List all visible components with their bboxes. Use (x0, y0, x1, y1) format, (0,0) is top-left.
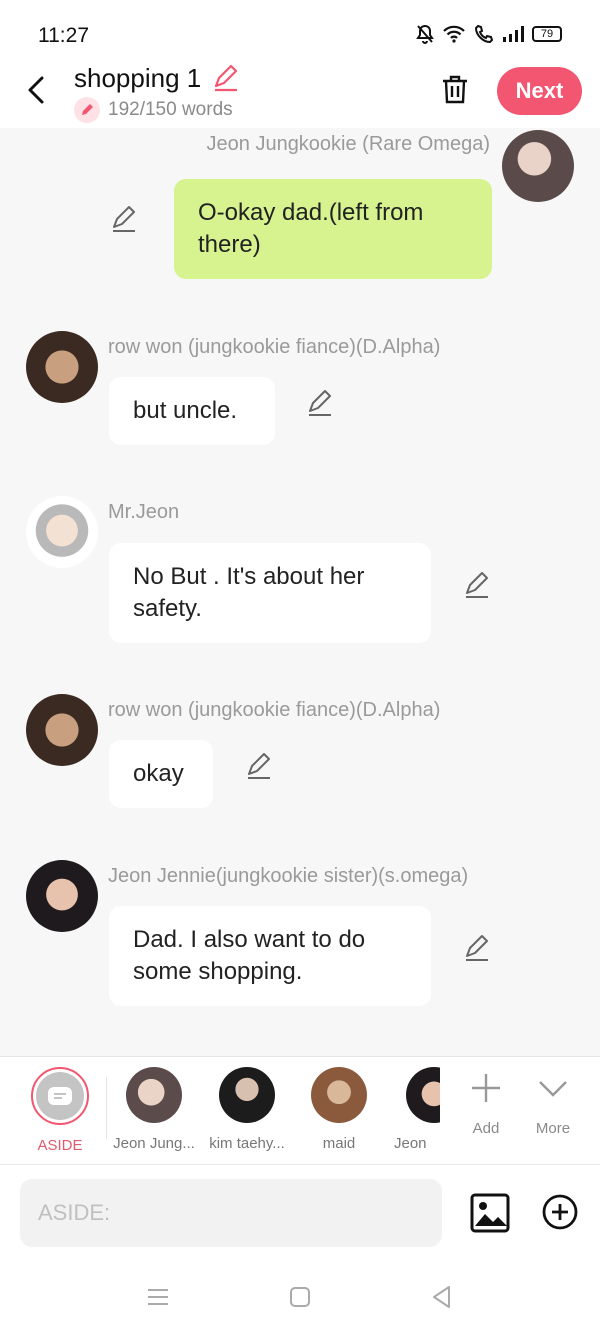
avatar (126, 1067, 182, 1123)
home-icon[interactable] (287, 1284, 313, 1310)
avatar[interactable] (26, 694, 98, 766)
message-bubble[interactable]: O-okay dad.(left from there) (174, 179, 492, 279)
aside-icon (48, 1087, 72, 1105)
cast-member[interactable]: maid (294, 1067, 384, 1152)
avatar[interactable] (26, 860, 98, 932)
more-label: More (535, 1120, 571, 1137)
message-bubble[interactable]: No But . It's about her safety. (109, 543, 431, 643)
cast-aside[interactable]: ASIDE (15, 1067, 105, 1154)
message-input[interactable] (20, 1179, 442, 1247)
avatar (406, 1067, 440, 1123)
edit-title-icon[interactable] (212, 64, 240, 92)
header: shopping 1 192/150 words Next (0, 60, 600, 128)
plus-icon (472, 1074, 500, 1102)
call-icon (474, 24, 494, 44)
cast-member[interactable]: kim taehy... (202, 1067, 292, 1152)
edit-message-icon[interactable] (245, 752, 273, 780)
wifi-icon (443, 25, 465, 43)
image-icon[interactable] (470, 1193, 510, 1233)
word-count: 192/150 words (74, 97, 233, 123)
add-circle-icon[interactable] (541, 1193, 579, 1231)
cast-label: Jeon (394, 1135, 427, 1152)
avatar (219, 1067, 275, 1123)
bell-muted-icon (416, 24, 434, 44)
speaker-name: Jeon Jungkookie (Rare Omega) (206, 133, 490, 155)
aside-avatar (31, 1067, 89, 1125)
avatar (311, 1067, 367, 1123)
divider (106, 1077, 107, 1139)
add-character-button[interactable]: Add (456, 1071, 516, 1137)
trash-icon[interactable] (438, 72, 472, 106)
avatar[interactable] (502, 130, 574, 202)
cast-label: kim taehy... (209, 1135, 285, 1152)
input-bar (0, 1164, 600, 1260)
cast-label: Jeon Jung... (113, 1135, 195, 1152)
pencil-badge-icon (74, 97, 100, 123)
story-title: shopping 1 (74, 63, 202, 93)
back-icon[interactable] (429, 1284, 455, 1310)
next-button[interactable]: Next (497, 67, 582, 115)
message-bubble[interactable]: okay (109, 740, 213, 808)
message-bubble[interactable]: Dad. I also want to do some shopping. (109, 906, 431, 1006)
add-label: Add (472, 1120, 500, 1137)
edit-message-icon[interactable] (110, 205, 138, 233)
avatar[interactable] (26, 496, 98, 568)
speaker-name: Jeon Jennie(jungkookie sister)(s.omega) (108, 865, 469, 887)
status-icons: 79 (416, 24, 562, 44)
edit-message-icon[interactable] (463, 571, 491, 599)
speaker-name: Mr.Jeon (108, 501, 180, 523)
status-bar: 11:27 79 (0, 0, 600, 60)
cast-label: ASIDE (37, 1137, 83, 1154)
status-time: 11:27 (38, 24, 89, 47)
chat-feed[interactable]: Jeon Jungkookie (Rare Omega) O-okay dad.… (0, 128, 600, 1056)
signal-icon (503, 26, 524, 42)
speaker-name: row won (jungkookie fiance)(D.Alpha) (108, 336, 441, 358)
cast-member[interactable]: Jeon Jung... (109, 1067, 199, 1152)
character-bar: ASIDE Jeon Jung... kim taehy... maid Jeo… (0, 1056, 600, 1164)
system-nav-bar (0, 1260, 600, 1333)
cast-member[interactable]: Jeon (380, 1067, 440, 1152)
speaker-name: row won (jungkookie fiance)(D.Alpha) (108, 699, 441, 721)
chevron-down-icon (539, 1081, 567, 1097)
menu-icon[interactable] (145, 1284, 171, 1310)
word-count-text: 192/150 words (108, 99, 233, 120)
battery-icon: 79 (532, 26, 562, 42)
avatar[interactable] (26, 331, 98, 403)
back-arrow-icon[interactable] (22, 70, 52, 110)
edit-message-icon[interactable] (463, 934, 491, 962)
message-bubble[interactable]: but uncle. (109, 377, 275, 445)
cast-label: maid (322, 1135, 356, 1152)
more-button[interactable]: More (523, 1071, 583, 1137)
edit-message-icon[interactable] (306, 389, 334, 417)
